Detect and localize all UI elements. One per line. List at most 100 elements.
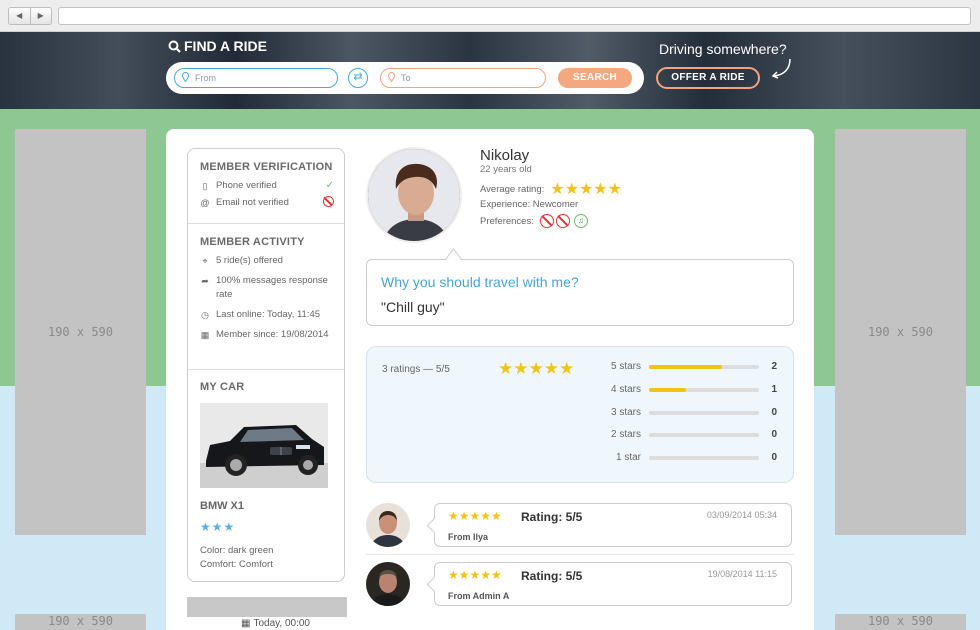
rating-bar-track xyxy=(649,455,759,460)
calendar-icon: ▦ xyxy=(241,618,251,629)
rating-bar-label: 5 stars xyxy=(610,361,641,372)
checkmark-icon: ✓ xyxy=(325,180,334,191)
rating-bar-track xyxy=(649,432,759,437)
why-travel-title: Why you should travel with me? xyxy=(381,274,579,290)
rating-bar-row: 2 stars 0 xyxy=(587,429,777,440)
rating-bar-row: 4 stars 1 xyxy=(587,384,777,395)
rating-bar-label: 1 star xyxy=(615,452,641,463)
rating-bar-label: 2 stars xyxy=(610,429,641,440)
review-score: Rating: 5/5 xyxy=(521,510,583,524)
offer-ride-button[interactable]: OFFER A RIDE xyxy=(656,67,760,89)
review-separator xyxy=(366,554,794,555)
rating-bar-row: 5 stars 2 xyxy=(587,361,777,372)
review-stars: ★★★★★ xyxy=(448,509,502,523)
sidebar-divider xyxy=(188,369,344,370)
preferences-row: Preferences: ♫ xyxy=(480,214,588,228)
rating-bar-label: 4 stars xyxy=(610,384,641,395)
car-color: Color: dark green xyxy=(200,545,274,556)
review-item: ★★★★★ Rating: 5/5 03/09/2014 05:34 From … xyxy=(366,503,794,551)
no-smoking-icon xyxy=(539,214,554,228)
avatar-illustration xyxy=(368,149,460,241)
swap-locations-button[interactable]: ⇄ xyxy=(348,68,368,88)
review-author[interactable]: From Admin A xyxy=(448,591,509,601)
ad-placeholder-right-bottom[interactable]: 190 x 590 xyxy=(835,614,966,630)
no-pets-icon xyxy=(555,214,570,228)
driver-name: Nikolay xyxy=(480,147,530,164)
ratings-count: 3 ratings — 5/5 xyxy=(382,364,450,375)
reviewer-avatar-illustration xyxy=(366,503,410,547)
experience-row: Experience: Newcomer xyxy=(480,199,579,210)
location-pin-icon xyxy=(388,72,395,82)
phone-icon: ▯ xyxy=(202,181,208,191)
not-allowed-icon xyxy=(323,196,334,207)
review-bubble: ★★★★★ Rating: 5/5 03/09/2014 05:34 From … xyxy=(434,503,792,547)
ad-placeholder-left[interactable]: 190 x 590 xyxy=(15,129,146,535)
activity-title: MEMBER ACTIVITY xyxy=(200,236,305,248)
swap-icon: ⇄ xyxy=(353,71,363,83)
rating-bar-count: 1 xyxy=(771,384,777,395)
review-author[interactable]: From Ilya xyxy=(448,532,488,542)
response-rate-row: ➦ 100% messages response rate xyxy=(201,275,328,300)
to-input[interactable]: To xyxy=(380,68,546,88)
browser-nav-buttons: ◀ ▶ xyxy=(8,7,52,25)
driver-age: 22 years old xyxy=(480,164,532,175)
from-input[interactable]: From xyxy=(174,68,338,88)
review-bubble: ★★★★★ Rating: 5/5 19/08/2014 11:15 From … xyxy=(434,562,792,606)
reviewer-avatar-illustration xyxy=(366,562,410,606)
sidebar-divider xyxy=(188,223,344,224)
my-car-title: MY CAR xyxy=(200,381,245,393)
rating-bar-count: 0 xyxy=(771,407,777,418)
activity-section: MEMBER ACTIVITY ⌖ 5 ride(s) offered ➦ 10… xyxy=(200,236,334,342)
driving-prompt: Driving somewhere? xyxy=(659,41,787,57)
browser-toolbar: ◀ ▶ xyxy=(0,0,980,32)
car-photo xyxy=(200,403,328,488)
footer-timestamp: ▦ Today, 00:00 xyxy=(241,618,310,629)
profile-card: MEMBER VERIFICATION ▯ Phone verified ✓ @… xyxy=(166,129,814,630)
ride-search-form: From ⇄ To SEARCH xyxy=(166,62,644,94)
clock-icon: ◷ xyxy=(201,310,209,320)
back-icon[interactable]: ◀ xyxy=(9,8,31,24)
forward-icon[interactable]: ▶ xyxy=(31,8,52,24)
search-button[interactable]: SEARCH xyxy=(558,68,632,88)
reply-arrow-icon: ➦ xyxy=(201,276,209,286)
verification-title: MEMBER VERIFICATION xyxy=(200,161,333,173)
rating-bar-label: 3 stars xyxy=(610,407,641,418)
hero-header: FIND A RIDE From ⇄ To SEARCH Driving som… xyxy=(0,32,980,109)
rating-bar-count: 2 xyxy=(771,361,777,372)
rating-bar-count: 0 xyxy=(771,452,777,463)
member-since-row: ▦ Member since: 19/08/2014 xyxy=(200,329,329,340)
search-icon xyxy=(168,40,181,53)
rating-bar-track xyxy=(649,364,759,369)
car-comfort: Comfort: Comfort xyxy=(200,559,273,570)
review-score: Rating: 5/5 xyxy=(521,569,583,583)
rating-bar-track xyxy=(649,410,759,415)
address-bar[interactable] xyxy=(58,7,971,25)
music-icon: ♫ xyxy=(573,214,588,228)
rating-bar-count: 0 xyxy=(771,429,777,440)
ad-placeholder-right[interactable]: 190 x 590 xyxy=(835,129,966,535)
calendar-icon: ▦ xyxy=(200,330,210,340)
email-not-verified-row: @ Email not verified xyxy=(200,196,334,210)
ad-placeholder-left-bottom[interactable]: 190 x 590 xyxy=(15,614,146,630)
at-sign-icon: @ xyxy=(200,198,210,208)
rating-bar-row: 1 star 0 xyxy=(587,452,777,463)
reviewer-avatar[interactable] xyxy=(366,503,410,547)
average-rating-stars: ★★★★★ xyxy=(550,181,622,198)
review-stars: ★★★★★ xyxy=(448,568,502,582)
car-details: Color: dark green Comfort: Comfort xyxy=(200,544,273,572)
car-illustration xyxy=(200,403,328,488)
find-ride-title: FIND A RIDE xyxy=(168,38,267,54)
location-pin-icon: ⌖ xyxy=(202,256,208,266)
verification-section: MEMBER VERIFICATION ▯ Phone verified ✓ @… xyxy=(200,161,334,210)
rating-bar-fill xyxy=(649,387,686,392)
review-date: 03/09/2014 05:34 xyxy=(706,510,777,520)
why-travel-text: "Chill guy" xyxy=(381,299,445,315)
reviewer-avatar[interactable] xyxy=(366,562,410,606)
rides-offered-row: ⌖ 5 ride(s) offered xyxy=(200,254,334,268)
rating-bar-fill xyxy=(649,364,723,369)
ratings-summary: 3 ratings — 5/5 ★★★★★ 5 stars 2 4 stars 1 3 … xyxy=(366,346,794,483)
curved-arrow-icon xyxy=(771,58,791,79)
ratings-stars: ★★★★★ xyxy=(498,359,575,378)
car-comfort-stars: ★★★ xyxy=(200,520,236,534)
location-pin-icon xyxy=(182,72,189,82)
